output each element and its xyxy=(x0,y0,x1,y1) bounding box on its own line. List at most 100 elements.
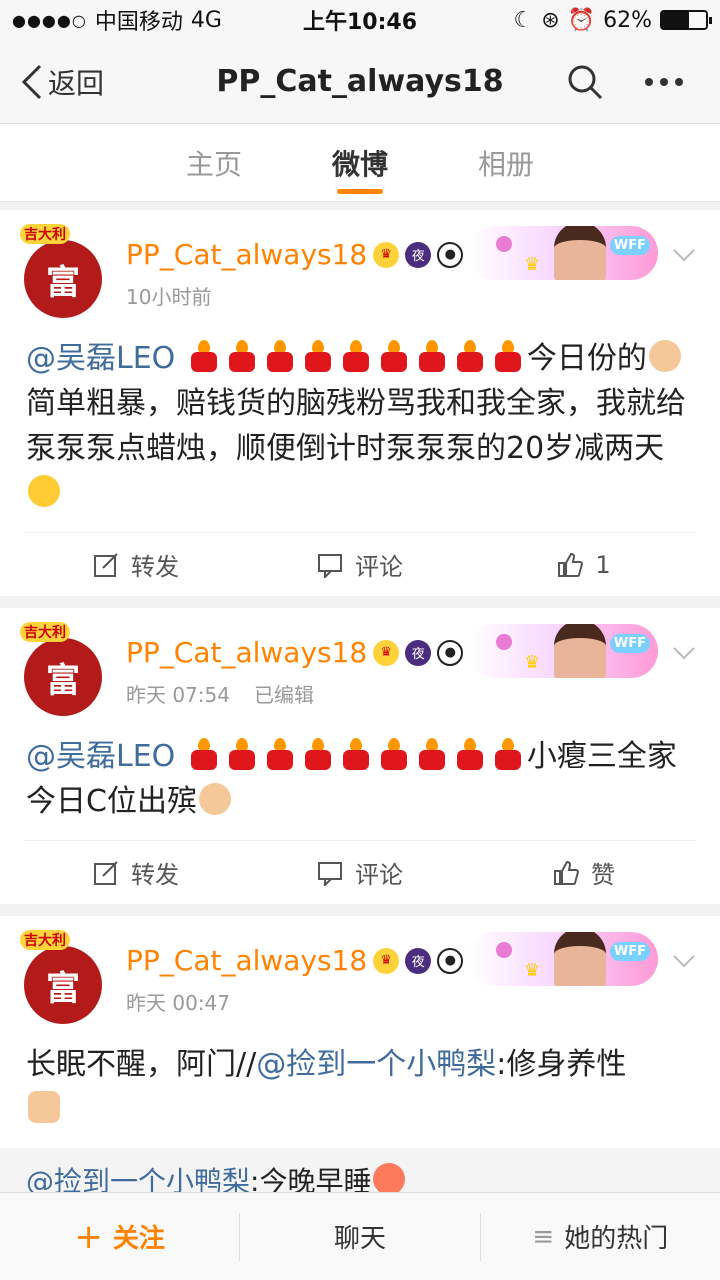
avatar[interactable]: 吉大利 富 xyxy=(20,622,102,716)
search-icon[interactable] xyxy=(566,63,604,101)
chat-button[interactable]: 聊天 xyxy=(239,1212,479,1261)
tab-album[interactable]: 相册 xyxy=(478,124,534,202)
crown-icon: ♛ xyxy=(373,241,400,268)
repost-label: 转发 xyxy=(131,553,179,581)
quote-mention-link[interactable]: @捡到一个小鸭梨 xyxy=(26,1165,250,1192)
repost-button[interactable]: 转发 xyxy=(24,855,248,890)
night-badge-icon: 夜 xyxy=(405,241,432,268)
hot-label: 她的热门 xyxy=(564,1224,669,1254)
profile-tabs: 主页 微博 相册 xyxy=(0,124,720,202)
mention-link[interactable]: @捡到一个小鸭梨 xyxy=(256,1047,496,1082)
username[interactable]: PP_Cat_always18 xyxy=(126,636,367,669)
avatar[interactable]: 吉大利 富 xyxy=(20,224,102,318)
candle-icon xyxy=(341,738,371,770)
candle-icon xyxy=(455,340,485,372)
avatar-badge: 吉大利 xyxy=(20,622,70,642)
candle-icon xyxy=(493,738,523,770)
list-icon: ≡ xyxy=(532,1221,555,1252)
candle-icon xyxy=(417,738,447,770)
comment-label: 评论 xyxy=(355,553,403,581)
post-time: 昨天 07:54 xyxy=(126,683,230,707)
tab-home[interactable]: 主页 xyxy=(186,124,242,202)
candle-icon xyxy=(455,738,485,770)
username[interactable]: PP_Cat_always18 xyxy=(126,944,367,977)
post-card[interactable]: 吉大利 富 PP_Cat_always18 ♛ 夜 ● 10小时前 ♛ WFF @ xyxy=(0,210,720,596)
page-title: PP_Cat_always18 xyxy=(216,64,504,99)
nav-bar: 返回 PP_Cat_always18 xyxy=(0,40,720,124)
post-feed: 吉大利 富 PP_Cat_always18 ♛ 夜 ● 10小时前 ♛ WFF @ xyxy=(0,202,720,1192)
candle-icon xyxy=(379,340,409,372)
candle-icon xyxy=(303,340,333,372)
candle-icon xyxy=(265,340,295,372)
candle-icon xyxy=(227,340,257,372)
candle-icon xyxy=(379,738,409,770)
back-label: 返回 xyxy=(48,66,105,100)
lock-rotation-icon: ⊛ xyxy=(541,7,560,33)
username[interactable]: PP_Cat_always18 xyxy=(126,238,367,271)
avatar-text: 富 xyxy=(46,968,80,1009)
fist-icon xyxy=(28,1091,60,1123)
panda-icon: ● xyxy=(437,947,464,974)
post-body: @吴磊LEO 小瘪三全家今日C位出殡 xyxy=(0,720,720,840)
battery-icon xyxy=(660,10,712,30)
follow-button[interactable]: + 关注 xyxy=(0,1213,239,1261)
candle-icon xyxy=(189,738,219,770)
chevron-down-icon[interactable] xyxy=(672,646,696,660)
night-badge-icon: 夜 xyxy=(405,639,432,666)
decoration-card[interactable]: ♛ WFF xyxy=(468,226,658,280)
bottom-action-bar: + 关注 聊天 ≡ 她的热门 xyxy=(0,1192,720,1280)
post-text: 今日份的 xyxy=(526,341,647,376)
battery-percent: 62% xyxy=(603,7,652,33)
like-button[interactable]: 1 xyxy=(472,551,696,579)
night-badge-icon: 夜 xyxy=(405,947,432,974)
quoted-post[interactable]: @捡到一个小鸭梨:今晚早睡 xyxy=(0,1148,720,1192)
moon-icon: ☾ xyxy=(513,7,534,33)
post-body: @吴磊LEO 今日份的简单粗暴，赔钱货的脑残粉骂我和我全家，我就给泵泵泵点蜡烛，… xyxy=(0,322,720,532)
thumbs-up-icon xyxy=(554,860,579,885)
panda-icon: ● xyxy=(437,639,464,666)
candle-icon xyxy=(189,340,219,372)
comment-label: 评论 xyxy=(355,861,403,889)
repost-icon xyxy=(94,860,118,885)
panda-icon: ● xyxy=(437,241,464,268)
alarm-icon: ⏰ xyxy=(567,7,596,33)
like-button[interactable]: 赞 xyxy=(472,855,696,890)
post-time: 昨天 00:47 xyxy=(126,991,230,1015)
ok-hand-icon xyxy=(648,340,681,372)
more-icon[interactable] xyxy=(644,77,684,87)
candle-icon xyxy=(265,738,295,770)
comment-button[interactable]: 评论 xyxy=(248,855,472,890)
decoration-card[interactable]: ♛ WFF xyxy=(468,932,658,986)
post-text-continued: 简单粗暴，赔钱货的脑残粉骂我和我全家，我就给泵泵泵点蜡烛，顺便倒计时泵泵泵的20… xyxy=(26,386,686,466)
decoration-card[interactable]: ♛ WFF xyxy=(468,624,658,678)
mention-link[interactable]: @吴磊LEO xyxy=(26,341,175,376)
yummy-face-icon xyxy=(28,475,60,507)
tab-weibo[interactable]: 微博 xyxy=(332,124,388,202)
post-body: 长眠不醒，阿门//@捡到一个小鸭梨:修身养性 xyxy=(0,1028,720,1148)
post-text: 长眠不醒，阿门// xyxy=(26,1047,257,1082)
chevron-left-icon xyxy=(21,64,42,99)
hot-posts-button[interactable]: ≡ 她的热门 xyxy=(479,1212,720,1261)
crown-icon: ♛ xyxy=(373,947,400,974)
post-card[interactable]: 吉大利 富 PP_Cat_always18 ♛ 夜 ● 昨天 07:54 已编辑… xyxy=(0,608,720,904)
laughing-face-icon xyxy=(373,1163,406,1192)
signal-icon: ●●●●○ xyxy=(12,10,87,30)
candle-icon xyxy=(303,738,333,770)
carrier-label: 中国移动 xyxy=(94,10,183,35)
chevron-down-icon[interactable] xyxy=(672,954,696,968)
mention-link[interactable]: @吴磊LEO xyxy=(26,739,175,774)
post-text-continued: :修身养性 xyxy=(496,1047,627,1082)
back-button[interactable]: 返回 xyxy=(0,62,170,102)
comment-button[interactable]: 评论 xyxy=(248,547,472,582)
avatar[interactable]: 吉大利 富 xyxy=(20,930,102,1024)
edited-label: 已编辑 xyxy=(254,683,314,707)
avatar-text: 富 xyxy=(46,660,80,701)
chevron-down-icon[interactable] xyxy=(672,248,696,262)
repost-icon xyxy=(94,552,118,577)
post-card[interactable]: 吉大利 富 PP_Cat_always18 ♛ 夜 ● 昨天 00:47 ♛ WF… xyxy=(0,916,720,1192)
crown-icon: ♛ xyxy=(373,639,400,666)
quote-text: :今晚早睡 xyxy=(250,1165,372,1192)
comment-icon xyxy=(318,553,342,578)
repost-button[interactable]: 转发 xyxy=(24,547,248,582)
status-bar: ●●●●○ 中国移动 4G 上午10:46 ☾ ⊛ ⏰ 62% xyxy=(0,0,720,40)
